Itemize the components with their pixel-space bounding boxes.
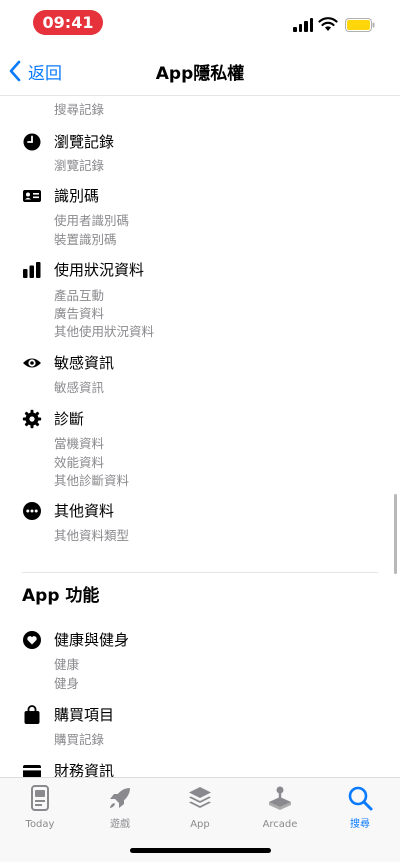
clock-icon [23,133,41,151]
navigation-bar: 返回 App隱私權 [0,46,400,96]
subitem-other-data-types: 其他資料類型 [54,528,130,543]
subitem-advertising-data: 廣告資料 [54,306,105,321]
category-label-usage-data: 使用狀況資料 [54,261,145,279]
subitem-other-diagnostics: 其他診斷資料 [54,473,130,488]
category-label-other-data: 其他資料 [54,502,115,520]
heart-icon [23,631,41,649]
tab-arcade[interactable]: Arcade [240,784,320,834]
home-indicator[interactable] [130,848,271,853]
category-label-sensitive-info: 敏感資訊 [54,354,115,372]
status-time: 09:41 [33,10,103,35]
shopping-bag-icon [24,705,40,724]
category-label-health-fitness: 健康與健身 [54,631,130,649]
bar-chart-icon [23,262,41,278]
wifi-icon [318,17,338,31]
tab-arcade-label: Arcade [262,819,298,830]
subitem-device-id: 裝置識別碼 [54,232,117,247]
privacy-content[interactable]: 搜尋記錄 瀏覽記錄 瀏覽記錄 識別碼 使用者識別碼 裝置識別碼 使用狀況資料 產… [0,96,400,777]
partial-subitem: 搜尋記錄 [54,102,105,117]
subitem-browsing-history: 瀏覽記錄 [54,158,105,173]
subitem-performance-data: 效能資料 [54,455,105,470]
tab-search[interactable]: 搜尋 [320,784,400,834]
status-bar: 09:41 [0,0,400,46]
category-label-identifiers: 識別碼 [54,187,100,205]
subitem-user-id: 使用者識別碼 [54,213,130,228]
subitem-product-interaction: 產品互動 [54,288,105,303]
credit-card-icon [23,765,41,777]
category-label-diagnostics: 診斷 [54,410,85,428]
section-title-app-functionality: App 功能 [22,586,100,606]
joystick-icon [269,786,291,810]
layers-icon [189,787,211,808]
subitem-crash-data: 當機資料 [54,436,105,451]
category-label-financial-info: 財務資訊 [54,762,115,777]
search-icon [348,786,373,811]
cellular-signal-icon [293,18,313,32]
subitem-sensitive-info: 敏感資訊 [54,380,105,395]
page-title: App隱私權 [155,64,245,84]
tab-today[interactable]: Today [0,784,80,834]
gear-icon [22,409,42,429]
section-divider [22,572,378,573]
subitem-purchase-history: 購買記錄 [54,732,105,747]
scrollbar[interactable] [394,494,397,574]
category-label-purchases: 購買項目 [54,706,115,724]
tab-games-label: 遊戲 [110,819,130,830]
tab-games[interactable]: 遊戲 [80,784,160,834]
eye-icon [23,358,41,368]
id-card-icon [23,190,41,202]
subitem-health: 健康 [54,657,80,672]
category-label-browsing-history: 瀏覽記錄 [54,133,115,151]
subitem-other-usage-data: 其他使用狀況資料 [54,324,155,339]
tab-search-label: 搜尋 [350,819,370,830]
ellipsis-icon [23,502,41,520]
rocket-icon [110,788,130,808]
subitem-fitness: 健身 [54,676,80,691]
today-icon [31,785,49,811]
tab-apps[interactable]: App [160,784,240,834]
tab-today-label: Today [25,819,55,830]
tab-apps-label: App [190,819,210,830]
battery-icon [345,18,375,32]
